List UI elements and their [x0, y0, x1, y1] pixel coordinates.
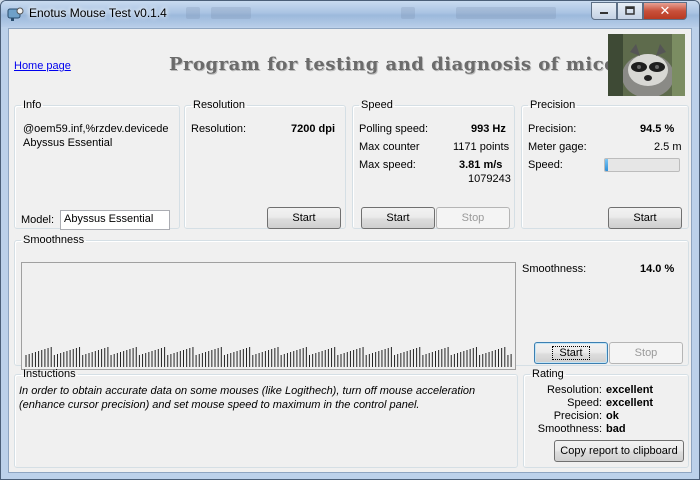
meter-gage-label: Meter gage:	[528, 141, 587, 153]
rating-legend: Rating	[532, 368, 564, 380]
maximize-button[interactable]	[617, 2, 643, 20]
device-id: @oem59.inf,%rzdev.devicede	[23, 123, 169, 135]
smoothness-label: Smoothness:	[522, 263, 587, 275]
background-window-ghost	[456, 7, 556, 19]
close-button[interactable]: ✕	[643, 2, 687, 20]
smoothness-legend: Smoothness	[23, 234, 85, 246]
resolution-start-button[interactable]: Start	[267, 207, 341, 229]
precision-label: Precision:	[528, 123, 577, 135]
max-speed-count: 1079243	[468, 173, 511, 185]
resolution-group: Resolution Resolution: 7200 dpi Start	[184, 99, 346, 229]
rating-value: ok	[606, 410, 619, 422]
device-name: Abyssus Essential	[23, 137, 113, 149]
close-icon: ✕	[659, 3, 671, 19]
minimize-button[interactable]	[591, 2, 617, 20]
rating-value: bad	[606, 423, 626, 435]
title-bar[interactable]: Enotus Mouse Test v0.1.4 ✕	[1, 1, 699, 27]
rating-row-resolution: Resolution: excellent	[530, 384, 653, 396]
rating-value: excellent	[606, 384, 654, 396]
copy-report-button[interactable]: Copy report to clipboard	[554, 440, 684, 462]
smoothness-stop-button[interactable]: Stop	[609, 342, 683, 364]
smoothness-start-label: Start	[552, 346, 590, 360]
precision-group: Precision Precision: 94.5 % Meter gage: …	[521, 99, 689, 229]
window-title: Enotus Mouse Test v0.1.4	[29, 6, 167, 20]
smoothness-plot	[21, 262, 516, 370]
resolution-value: 7200 dpi	[291, 123, 336, 135]
precision-legend: Precision	[530, 99, 576, 111]
max-speed-label: Max speed:	[359, 159, 416, 171]
maximize-icon	[625, 6, 635, 15]
background-window-ghost	[211, 7, 251, 19]
rating-value: excellent	[606, 397, 654, 409]
speed-group: Speed Polling speed: 993 Hz Max counter …	[352, 99, 515, 229]
client-area: Home page Program for testing and diagno…	[8, 28, 692, 473]
model-input[interactable]: Abyssus Essential	[60, 210, 170, 230]
rating-label: Speed:	[567, 397, 602, 409]
home-page-link[interactable]: Home page	[14, 60, 71, 72]
resolution-label: Resolution:	[191, 123, 247, 135]
app-icon	[7, 7, 24, 21]
max-counter-value: 1171 points	[453, 141, 510, 153]
smoothness-chart	[25, 347, 512, 367]
instructions-legend: Instuctions	[23, 368, 76, 380]
rating-row-speed: Speed: excellent	[530, 397, 653, 409]
info-legend: Info	[23, 99, 42, 111]
smoothness-group: Smoothness Smoothness: 14.0 % Start Stop	[14, 234, 689, 370]
background-window-ghost	[186, 7, 200, 19]
polling-speed-label: Polling speed:	[359, 123, 429, 135]
background-window-ghost	[401, 7, 415, 19]
max-counter-label: Max counter	[359, 141, 420, 153]
rating-label: Smoothness:	[537, 423, 602, 435]
raccoon-photo	[608, 34, 685, 96]
model-label: Model:	[21, 214, 55, 226]
meter-gage-value: 2.5 m	[654, 141, 682, 153]
polling-speed-value: 993 Hz	[471, 123, 506, 135]
smoothness-start-button[interactable]: Start	[534, 342, 608, 364]
precision-speed-label: Speed:	[528, 159, 563, 171]
precision-start-button[interactable]: Start	[608, 207, 682, 229]
instructions-text: In order to obtain accurate data on some…	[19, 385, 476, 411]
rating-group: Rating Resolution: excellent Speed: exce…	[523, 368, 689, 468]
app-window: Enotus Mouse Test v0.1.4 ✕ Home page Pro…	[0, 0, 700, 480]
minimize-icon	[600, 12, 608, 14]
info-group: Info @oem59.inf,%rzdev.devicede Abyssus …	[14, 99, 180, 230]
program-title: Program for testing and diagnosis of mic…	[169, 54, 617, 75]
speed-stop-button[interactable]: Stop	[436, 207, 510, 229]
rating-row-smoothness: Smoothness: bad	[530, 423, 626, 435]
precision-value: 94.5 %	[640, 123, 675, 135]
precision-speed-meter	[604, 158, 680, 172]
speed-start-button[interactable]: Start	[361, 207, 435, 229]
smoothness-value: 14.0 %	[640, 263, 675, 275]
rating-label: Resolution:	[546, 384, 602, 396]
max-speed-value: 3.81 m/s	[459, 159, 503, 171]
rating-label: Precision:	[553, 410, 602, 422]
resolution-legend: Resolution	[193, 99, 245, 111]
rating-row-precision: Precision: ok	[530, 410, 619, 422]
precision-speed-meter-fill	[605, 159, 608, 171]
speed-legend: Speed	[361, 99, 393, 111]
instructions-group: Instuctions In order to obtain accurate …	[14, 368, 518, 468]
